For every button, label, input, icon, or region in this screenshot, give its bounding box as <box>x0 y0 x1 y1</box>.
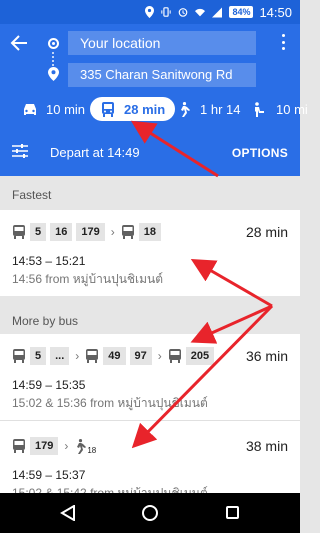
route-departure-info: 15:02 & 15:36 from หมู่บ้านปุนชิเมนต์ <box>12 396 208 410</box>
origin-dot-icon <box>48 38 59 49</box>
route-lines[interactable]: 5 ... › 49 97 › 205 <box>12 346 218 366</box>
status-bar: 84% 14:50 <box>0 0 300 24</box>
divider <box>0 420 300 421</box>
chevron-right-icon: › <box>157 349 162 363</box>
bus-icon <box>121 225 134 239</box>
options-bar: Depart at 14:49 OPTIONS <box>0 128 300 176</box>
line-badge: 205 <box>185 347 215 365</box>
route-times: 14:59 – 15:35 <box>12 378 86 392</box>
route-times: 14:53 – 15:21 <box>12 254 86 268</box>
tab-driving-label: 10 min <box>46 101 86 117</box>
back-arrow-icon[interactable] <box>10 34 32 56</box>
route-duration: 28 min <box>245 224 288 240</box>
destination-input[interactable]: 335 Charan Sanitwong Rd <box>68 63 256 87</box>
line-badge: ... <box>50 347 70 365</box>
line-badge: 179 <box>30 437 59 455</box>
line-badge: 5 <box>30 223 47 241</box>
line-badge: 18 <box>138 223 161 241</box>
nav-recents-icon[interactable] <box>226 506 239 519</box>
bus-icon <box>13 225 25 239</box>
status-time: 14:50 <box>259 4 292 20</box>
route-card[interactable]: 5 16 179 › 18 28 min 14:53 – 15:21 14:56… <box>0 210 300 296</box>
walk-minutes: 18 <box>87 445 97 455</box>
tab-ride-label: 10 mi <box>276 101 308 117</box>
tab-ride[interactable]: 10 mi <box>252 97 308 121</box>
route-duration: 36 min <box>245 348 288 364</box>
car-icon <box>22 102 38 116</box>
options-button[interactable]: OPTIONS <box>232 146 288 160</box>
line-badge: 16 <box>50 223 73 241</box>
more-options-icon[interactable] <box>280 34 286 50</box>
wifi-icon <box>195 6 206 18</box>
section-fastest-label: Fastest <box>12 188 52 202</box>
tab-transit-label: 28 min <box>124 101 166 117</box>
route-lines[interactable]: 179 › 18 <box>12 436 96 456</box>
transit-icon <box>100 101 116 117</box>
bus-icon <box>86 349 99 363</box>
line-badge: 5 <box>30 347 47 365</box>
alarm-icon <box>178 6 188 18</box>
nav-back-icon[interactable] <box>60 504 76 522</box>
signal-icon <box>212 6 223 18</box>
section-more-by-bus-label: More by bus <box>12 314 79 328</box>
walk-icon <box>176 101 192 117</box>
location-icon <box>144 6 154 18</box>
tab-walking-label: 1 hr 14 <box>200 101 241 117</box>
battery-indicator: 84% <box>229 6 254 18</box>
system-nav-bar <box>0 493 300 533</box>
tune-icon[interactable] <box>12 144 28 158</box>
bus-icon <box>168 349 181 363</box>
chevron-right-icon: › <box>64 439 69 453</box>
line-badge: 179 <box>76 223 105 241</box>
nav-home-icon[interactable] <box>142 505 158 521</box>
directions-header: Your location 335 Charan Sanitwong Rd 10… <box>0 24 308 128</box>
route-list: 5 ... › 49 97 › 205 36 min 14:59 – 15:35… <box>0 334 300 500</box>
route-lines: 5 16 179 › 18 <box>12 222 165 242</box>
tab-walking[interactable]: 1 hr 14 <box>176 97 240 121</box>
depart-time-button[interactable]: Depart at 14:49 <box>50 145 140 160</box>
origin-input[interactable]: Your location <box>68 31 256 55</box>
ride-icon <box>252 101 268 117</box>
line-badge: 97 <box>129 347 152 365</box>
bus-icon <box>13 349 25 363</box>
chevron-right-icon: › <box>75 349 80 363</box>
travel-mode-tabs: 10 min 28 min 1 hr 14 10 mi <box>0 94 308 124</box>
line-badge: 49 <box>103 347 126 365</box>
route-departure-info: 14:56 from หมู่บ้านปุนชิเมนต์ <box>12 272 164 286</box>
vibrate-icon <box>161 6 172 18</box>
walk-icon <box>77 438 87 454</box>
destination-pin-icon <box>48 67 59 81</box>
bus-icon <box>13 439 25 453</box>
chevron-right-icon: › <box>110 225 115 239</box>
tab-transit[interactable]: 28 min <box>90 97 176 121</box>
route-duration: 38 min <box>245 438 288 454</box>
tab-driving[interactable]: 10 min <box>22 97 85 121</box>
route-connector <box>52 52 54 66</box>
route-times: 14:59 – 15:37 <box>12 468 86 482</box>
